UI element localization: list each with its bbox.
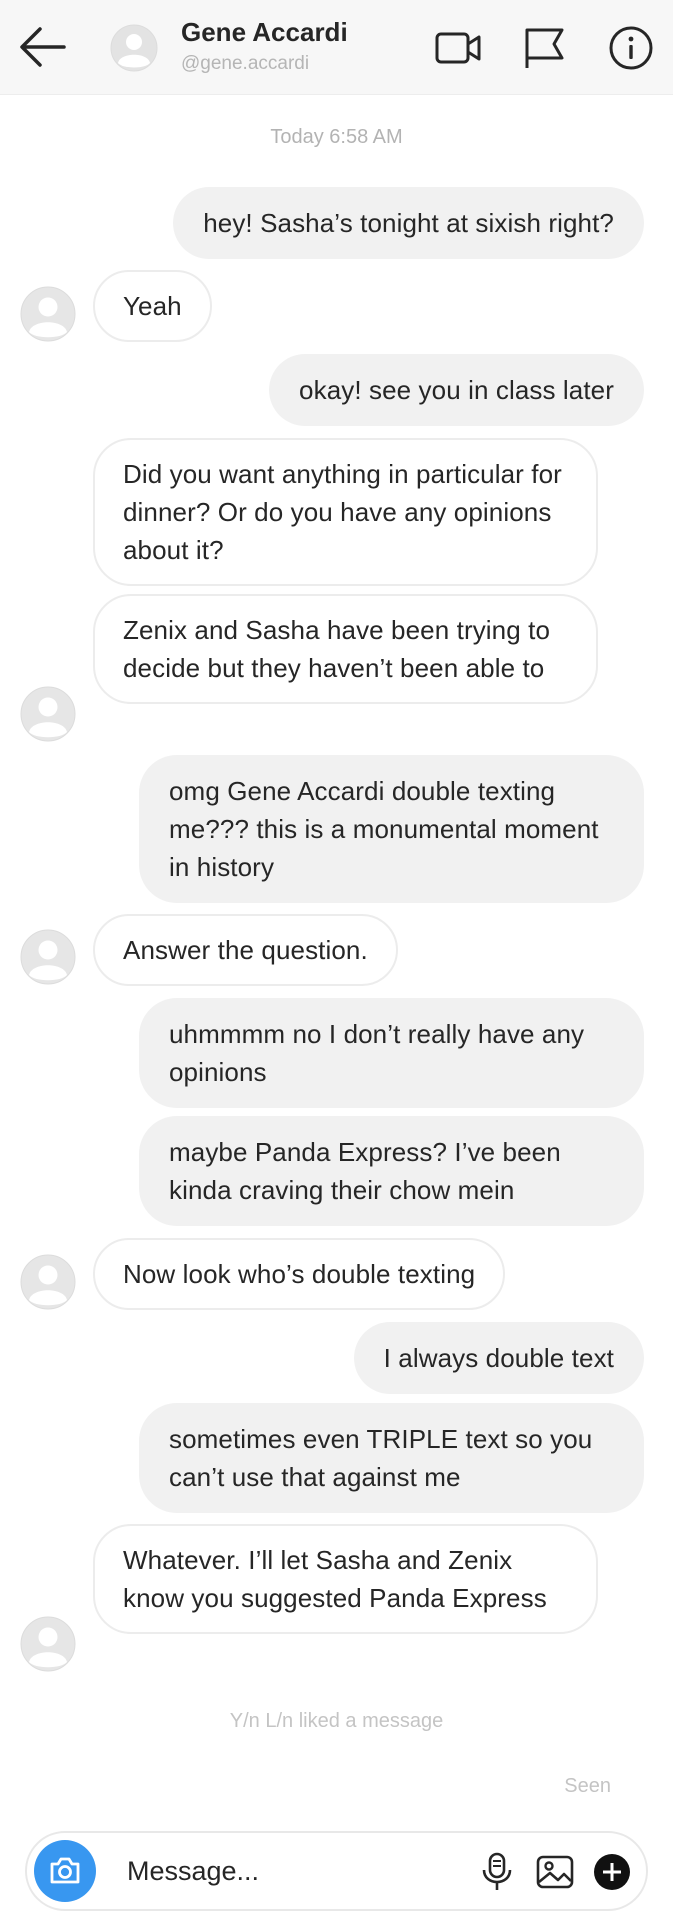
message-bubble-incoming[interactable]: Now look who’s double texting bbox=[93, 1238, 506, 1310]
contact-name[interactable]: Gene Accardi bbox=[181, 17, 348, 48]
message-bubble-incoming[interactable]: Answer the question. bbox=[93, 914, 398, 986]
message-bubble-incoming[interactable]: Yeah bbox=[93, 270, 212, 342]
message-bubble-outgoing[interactable]: uhmmmm no I don’t really have any opinio… bbox=[139, 998, 644, 1108]
plus-circle-icon[interactable] bbox=[593, 1853, 631, 1891]
info-icon[interactable] bbox=[607, 24, 655, 72]
message-bubble-outgoing[interactable]: sometimes even TRIPLE text so you can’t … bbox=[139, 1403, 644, 1513]
microphone-icon[interactable] bbox=[477, 1852, 517, 1892]
message-bubble-outgoing[interactable]: I always double text bbox=[353, 1322, 644, 1394]
back-arrow-icon[interactable] bbox=[18, 25, 68, 69]
gallery-icon[interactable] bbox=[535, 1852, 575, 1892]
message-bubble-outgoing[interactable]: maybe Panda Express? I’ve been kinda cra… bbox=[139, 1116, 644, 1226]
liked-message-notice: Y/n L/n liked a message bbox=[229, 1710, 444, 1732]
camera-button[interactable] bbox=[34, 1840, 96, 1902]
sender-avatar[interactable] bbox=[20, 929, 76, 985]
contact-handle: @gene.accardi bbox=[181, 53, 310, 74]
message-bubble-incoming[interactable]: Did you want anything in particular for … bbox=[93, 438, 598, 586]
chat-header: Gene Accardi @gene.accardi bbox=[0, 0, 673, 95]
message-bubble-outgoing[interactable]: omg Gene Accardi double texting me??? th… bbox=[139, 755, 644, 903]
message-bubble-incoming[interactable]: Whatever. I’ll let Sasha and Zenix know … bbox=[93, 1524, 598, 1634]
camera-icon bbox=[50, 1857, 80, 1884]
sender-avatar[interactable] bbox=[20, 1616, 76, 1672]
seen-receipt: Seen bbox=[564, 1775, 611, 1797]
video-call-icon[interactable] bbox=[434, 24, 482, 72]
sender-avatar[interactable] bbox=[20, 1254, 76, 1310]
sender-avatar[interactable] bbox=[20, 286, 76, 342]
message-bubble-outgoing[interactable]: okay! see you in class later bbox=[269, 354, 644, 426]
contact-avatar[interactable] bbox=[110, 24, 158, 72]
message-bubble-outgoing[interactable]: hey! Sasha’s tonight at sixish right? bbox=[173, 187, 644, 259]
message-bubble-incoming[interactable]: Zenix and Sasha have been trying to deci… bbox=[93, 594, 598, 704]
flag-icon[interactable] bbox=[520, 24, 568, 72]
conversation-timestamp: Today 6:58 AM bbox=[270, 126, 403, 148]
message-input[interactable] bbox=[127, 1849, 377, 1893]
message-composer bbox=[25, 1831, 648, 1911]
sender-avatar[interactable] bbox=[20, 686, 76, 742]
